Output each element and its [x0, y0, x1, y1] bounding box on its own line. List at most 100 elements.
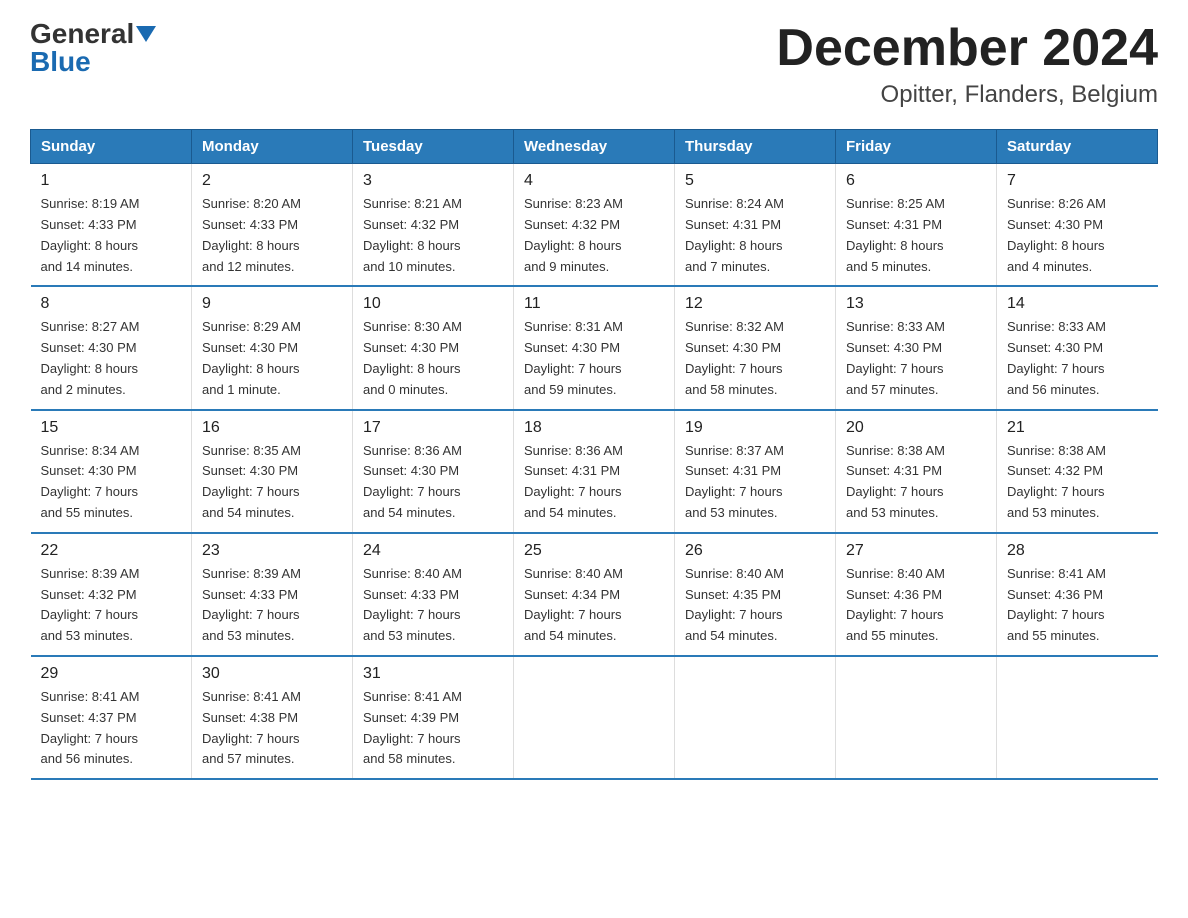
day-number: 14	[1007, 295, 1148, 313]
logo-blue: Blue	[30, 48, 91, 76]
calendar-cell: 23Sunrise: 8:39 AM Sunset: 4:33 PM Dayli…	[192, 533, 353, 656]
calendar-cell	[836, 656, 997, 779]
day-number: 17	[363, 419, 503, 437]
day-number: 20	[846, 419, 986, 437]
calendar-cell: 7 Sunrise: 8:26 AM Sunset: 4:30 PM Daylig…	[997, 164, 1158, 287]
day-number: 11	[524, 295, 664, 313]
logo: General Blue	[30, 20, 156, 76]
day-info: Sunrise: 8:37 AM Sunset: 4:31 PM Dayligh…	[685, 441, 825, 524]
header-saturday: Saturday	[997, 130, 1158, 164]
logo-general: General	[30, 20, 156, 48]
calendar-cell	[514, 656, 675, 779]
day-number: 21	[1007, 419, 1148, 437]
day-info: Sunrise: 8:40 AM Sunset: 4:34 PM Dayligh…	[524, 564, 664, 647]
calendar-cell: 13 Sunrise: 8:33 AM Sunset: 4:30 PM Dayli…	[836, 286, 997, 409]
calendar-cell: 29 Sunrise: 8:41 AM Sunset: 4:37 PM Dayli…	[31, 656, 192, 779]
day-number: 23	[202, 542, 342, 560]
calendar-cell: 15 Sunrise: 8:34 AM Sunset: 4:30 PM Dayli…	[31, 410, 192, 533]
day-number: 8	[41, 295, 182, 313]
day-number: 24	[363, 542, 503, 560]
calendar-cell: 17 Sunrise: 8:36 AM Sunset: 4:30 PM Dayli…	[353, 410, 514, 533]
calendar-cell: 5 Sunrise: 8:24 AM Sunset: 4:31 PM Daylig…	[675, 164, 836, 287]
day-number: 19	[685, 419, 825, 437]
day-info: Sunrise: 8:25 AM Sunset: 4:31 PM Dayligh…	[846, 194, 986, 277]
day-info: Sunrise: 8:40 AM Sunset: 4:36 PM Dayligh…	[846, 564, 986, 647]
calendar-cell: 26Sunrise: 8:40 AM Sunset: 4:35 PM Dayli…	[675, 533, 836, 656]
day-info: Sunrise: 8:24 AM Sunset: 4:31 PM Dayligh…	[685, 194, 825, 277]
day-info: Sunrise: 8:19 AM Sunset: 4:33 PM Dayligh…	[41, 194, 182, 277]
day-number: 16	[202, 419, 342, 437]
calendar-cell: 4Sunrise: 8:23 AM Sunset: 4:32 PM Daylig…	[514, 164, 675, 287]
header-tuesday: Tuesday	[353, 130, 514, 164]
calendar-cell: 21 Sunrise: 8:38 AM Sunset: 4:32 PM Dayli…	[997, 410, 1158, 533]
day-info: Sunrise: 8:35 AM Sunset: 4:30 PM Dayligh…	[202, 441, 342, 524]
day-number: 22	[41, 542, 182, 560]
day-info: Sunrise: 8:30 AM Sunset: 4:30 PM Dayligh…	[363, 317, 503, 400]
day-number: 1	[41, 172, 182, 190]
day-info: Sunrise: 8:32 AM Sunset: 4:30 PM Dayligh…	[685, 317, 825, 400]
day-number: 15	[41, 419, 182, 437]
calendar-cell: 28 Sunrise: 8:41 AM Sunset: 4:36 PM Dayli…	[997, 533, 1158, 656]
header-wednesday: Wednesday	[514, 130, 675, 164]
page-header: General Blue December 2024 Opitter, Flan…	[30, 20, 1158, 109]
calendar-cell: 14 Sunrise: 8:33 AM Sunset: 4:30 PM Dayli…	[997, 286, 1158, 409]
calendar-cell: 25 Sunrise: 8:40 AM Sunset: 4:34 PM Dayli…	[514, 533, 675, 656]
day-info: Sunrise: 8:31 AM Sunset: 4:30 PM Dayligh…	[524, 317, 664, 400]
day-info: Sunrise: 8:40 AM Sunset: 4:33 PM Dayligh…	[363, 564, 503, 647]
day-number: 9	[202, 295, 342, 313]
day-number: 3	[363, 172, 503, 190]
calendar-cell: 18Sunrise: 8:36 AM Sunset: 4:31 PM Dayli…	[514, 410, 675, 533]
day-info: Sunrise: 8:38 AM Sunset: 4:31 PM Dayligh…	[846, 441, 986, 524]
day-info: Sunrise: 8:34 AM Sunset: 4:30 PM Dayligh…	[41, 441, 182, 524]
day-number: 7	[1007, 172, 1148, 190]
calendar-header-row: SundayMondayTuesdayWednesdayThursdayFrid…	[31, 130, 1158, 164]
day-info: Sunrise: 8:27 AM Sunset: 4:30 PM Dayligh…	[41, 317, 182, 400]
day-info: Sunrise: 8:20 AM Sunset: 4:33 PM Dayligh…	[202, 194, 342, 277]
day-info: Sunrise: 8:40 AM Sunset: 4:35 PM Dayligh…	[685, 564, 825, 647]
week-row-1: 1 Sunrise: 8:19 AM Sunset: 4:33 PM Daylig…	[31, 164, 1158, 287]
calendar-cell: 9Sunrise: 8:29 AM Sunset: 4:30 PM Daylig…	[192, 286, 353, 409]
day-info: Sunrise: 8:39 AM Sunset: 4:32 PM Dayligh…	[41, 564, 182, 647]
header-thursday: Thursday	[675, 130, 836, 164]
day-info: Sunrise: 8:41 AM Sunset: 4:36 PM Dayligh…	[1007, 564, 1148, 647]
calendar-cell: 27 Sunrise: 8:40 AM Sunset: 4:36 PM Dayli…	[836, 533, 997, 656]
location-title: Opitter, Flanders, Belgium	[776, 81, 1158, 109]
day-number: 25	[524, 542, 664, 560]
day-number: 31	[363, 665, 503, 683]
week-row-5: 29 Sunrise: 8:41 AM Sunset: 4:37 PM Dayli…	[31, 656, 1158, 779]
calendar-cell: 20 Sunrise: 8:38 AM Sunset: 4:31 PM Dayli…	[836, 410, 997, 533]
header-sunday: Sunday	[31, 130, 192, 164]
day-info: Sunrise: 8:26 AM Sunset: 4:30 PM Dayligh…	[1007, 194, 1148, 277]
calendar-cell: 22 Sunrise: 8:39 AM Sunset: 4:32 PM Dayli…	[31, 533, 192, 656]
day-number: 18	[524, 419, 664, 437]
week-row-2: 8 Sunrise: 8:27 AM Sunset: 4:30 PM Daylig…	[31, 286, 1158, 409]
day-number: 12	[685, 295, 825, 313]
day-number: 5	[685, 172, 825, 190]
day-number: 30	[202, 665, 342, 683]
day-number: 13	[846, 295, 986, 313]
day-info: Sunrise: 8:41 AM Sunset: 4:38 PM Dayligh…	[202, 687, 342, 770]
calendar-cell: 19 Sunrise: 8:37 AM Sunset: 4:31 PM Dayli…	[675, 410, 836, 533]
day-info: Sunrise: 8:41 AM Sunset: 4:37 PM Dayligh…	[41, 687, 182, 770]
calendar-cell: 10Sunrise: 8:30 AM Sunset: 4:30 PM Dayli…	[353, 286, 514, 409]
week-row-3: 15 Sunrise: 8:34 AM Sunset: 4:30 PM Dayli…	[31, 410, 1158, 533]
title-section: December 2024 Opitter, Flanders, Belgium	[776, 20, 1158, 109]
calendar-cell: 1 Sunrise: 8:19 AM Sunset: 4:33 PM Daylig…	[31, 164, 192, 287]
calendar-cell	[997, 656, 1158, 779]
day-number: 28	[1007, 542, 1148, 560]
calendar-table: SundayMondayTuesdayWednesdayThursdayFrid…	[30, 129, 1158, 780]
day-info: Sunrise: 8:36 AM Sunset: 4:30 PM Dayligh…	[363, 441, 503, 524]
day-number: 2	[202, 172, 342, 190]
day-number: 29	[41, 665, 182, 683]
calendar-cell: 8 Sunrise: 8:27 AM Sunset: 4:30 PM Daylig…	[31, 286, 192, 409]
calendar-cell: 16 Sunrise: 8:35 AM Sunset: 4:30 PM Dayli…	[192, 410, 353, 533]
day-number: 27	[846, 542, 986, 560]
day-number: 6	[846, 172, 986, 190]
calendar-cell: 24 Sunrise: 8:40 AM Sunset: 4:33 PM Dayli…	[353, 533, 514, 656]
day-info: Sunrise: 8:33 AM Sunset: 4:30 PM Dayligh…	[1007, 317, 1148, 400]
logo-arrow-icon	[136, 26, 156, 42]
day-info: Sunrise: 8:33 AM Sunset: 4:30 PM Dayligh…	[846, 317, 986, 400]
calendar-cell	[675, 656, 836, 779]
calendar-cell: 30 Sunrise: 8:41 AM Sunset: 4:38 PM Dayli…	[192, 656, 353, 779]
day-info: Sunrise: 8:38 AM Sunset: 4:32 PM Dayligh…	[1007, 441, 1148, 524]
